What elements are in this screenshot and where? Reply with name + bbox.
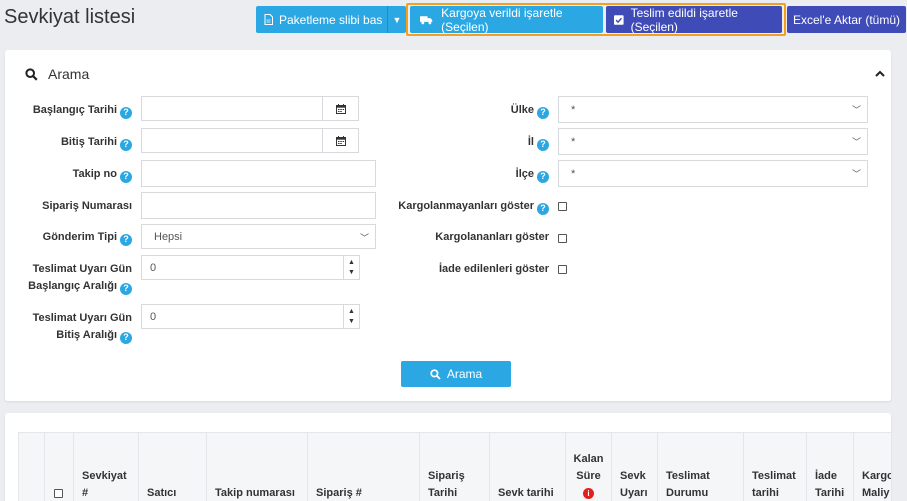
help-icon: ? [120, 106, 132, 119]
chevron-down-icon: ﹀ [851, 137, 861, 147]
shipped-checkbox[interactable] [558, 234, 567, 243]
search-panel-header[interactable]: Arama [25, 66, 89, 82]
col-return-date[interactable]: İade Tarihi [806, 432, 853, 501]
start-date-input[interactable] [141, 96, 323, 121]
province-label: İl? [365, 134, 549, 151]
warn-start-label: Teslimat Uyarı Gün Başlangıç Aralığı? [28, 263, 132, 295]
col-order-date[interactable]: Sipariş Tarihi [419, 432, 489, 501]
help-icon: ? [537, 170, 549, 183]
stepper-arrows[interactable]: ▲ ▼ [343, 256, 359, 279]
mark-shipped-label: Kargoya verildi işaretle (Seçilen) [441, 5, 563, 34]
tracking-label: Takip no? [5, 166, 132, 183]
arrow-up-icon[interactable]: ▲ [348, 307, 355, 317]
country-label: Ülke? [365, 102, 549, 119]
province-select[interactable]: * ﹀ [558, 128, 868, 155]
packaging-slip-button[interactable]: Paketleme slibi bas [256, 6, 387, 33]
search-icon [430, 368, 441, 380]
file-pdf-icon [264, 14, 273, 25]
info-icon: i [583, 488, 594, 499]
col-delivery-date[interactable]: Teslimat tarihi [743, 432, 806, 501]
check-square-icon [614, 14, 624, 25]
province-value: * [571, 135, 576, 148]
search-panel: Arama Başlangıç Tarihi? Bitiş Tarihi? Ta… [5, 50, 891, 401]
warn-end-value: 0 [150, 310, 157, 323]
col-seller[interactable]: Satıcı [138, 432, 206, 501]
not-shipped-label: Kargolanmayanları göster? [365, 198, 549, 215]
col-delivery-status[interactable]: Teslimat Durumu [657, 432, 743, 501]
chevron-down-icon: ﹀ [851, 169, 861, 179]
select-all-checkbox[interactable] [54, 489, 63, 498]
country-select[interactable]: * ﹀ [558, 96, 868, 123]
col-ship-date[interactable]: Sevk tarihi [489, 432, 565, 501]
country-value: * [571, 103, 576, 116]
calendar-icon [335, 103, 346, 114]
shipping-type-value: Hepsi [154, 230, 183, 243]
help-icon: ? [120, 282, 132, 295]
order-number-input[interactable] [141, 192, 376, 219]
stepper-arrows[interactable]: ▲ ▼ [343, 305, 359, 328]
search-panel-title: Arama [48, 66, 90, 82]
col-select-spacer [18, 432, 44, 501]
mark-shipped-button[interactable]: Kargoya verildi işaretle (Seçilen) [410, 5, 603, 34]
chevron-up-icon [875, 70, 885, 77]
returned-checkbox[interactable] [558, 265, 567, 274]
end-date-input[interactable] [141, 128, 323, 153]
search-icon [25, 67, 38, 81]
help-icon: ? [120, 233, 132, 246]
mark-delivered-label: Teslim edildi işaretle (Seçilen) [630, 5, 738, 34]
district-select[interactable]: * ﹀ [558, 160, 868, 187]
shipping-type-label: Gönderim Tipi? [5, 229, 132, 246]
excel-export-button[interactable]: Excel'e Aktar (tümü) [787, 6, 906, 33]
arrow-down-icon[interactable]: ▼ [348, 317, 355, 327]
warn-end-label: Teslimat Uyarı Gün Bitiş Aralığı? [32, 312, 132, 344]
district-value: * [571, 167, 576, 180]
not-shipped-checkbox[interactable] [558, 202, 567, 211]
excel-export-label: Excel'e Aktar (tümü) [793, 12, 900, 27]
packaging-slip-label: Paketleme slibi bas [279, 12, 383, 27]
help-icon: ? [120, 138, 132, 151]
col-ship-warning[interactable]: Sevk Uyarı [611, 432, 657, 501]
calendar-icon [335, 135, 346, 146]
end-date-picker[interactable] [322, 128, 359, 153]
search-button-label: Arama [446, 367, 483, 381]
help-icon: ? [537, 202, 549, 215]
district-label: İlçe? [365, 166, 549, 183]
collapse-toggle[interactable] [875, 66, 885, 80]
col-remaining[interactable]: Kalan Süre i [565, 432, 611, 501]
end-date-label: Bitiş Tarihi? [5, 134, 132, 151]
col-shipment[interactable]: Sevkiyat # [73, 432, 138, 501]
mark-delivered-button[interactable]: Teslim edildi işaretle (Seçilen) [606, 5, 782, 34]
arrow-down-icon[interactable]: ▼ [348, 268, 355, 278]
help-icon: ? [120, 331, 132, 344]
search-button[interactable]: Arama [401, 361, 511, 387]
warn-end-stepper[interactable]: 0 ▲ ▼ [141, 304, 360, 329]
chevron-down-icon: ﹀ [851, 105, 861, 115]
col-select-all [44, 432, 73, 501]
start-date-picker[interactable] [322, 96, 359, 121]
col-cargo-cost[interactable]: Kargo Maliy [853, 432, 891, 501]
caret-down-icon: ▼ [392, 14, 402, 25]
help-icon: ? [120, 170, 132, 183]
start-date-label: Başlangıç Tarihi? [5, 102, 132, 119]
truck-icon [420, 15, 433, 24]
packaging-dropdown-toggle[interactable]: ▼ [387, 6, 406, 33]
help-icon: ? [537, 138, 549, 151]
col-tracking[interactable]: Takip numarası [206, 432, 307, 501]
warn-start-stepper[interactable]: 0 ▲ ▼ [141, 255, 360, 280]
arrow-up-icon[interactable]: ▲ [348, 258, 355, 268]
help-icon: ? [537, 106, 549, 119]
returned-label: İade edilenleri göster [438, 263, 549, 275]
shipped-label: Kargolananları göster [435, 231, 549, 243]
results-panel: Sevkiyat # Satıcı Takip numarası Sipariş … [5, 413, 891, 501]
col-order[interactable]: Sipariş # [307, 432, 419, 501]
shipping-type-select[interactable]: Hepsi ﹀ [141, 224, 376, 249]
page-title: Sevkiyat listesi [4, 6, 136, 28]
tracking-input[interactable] [141, 160, 376, 187]
order-number-label: Sipariş Numarası [42, 200, 132, 212]
warn-start-value: 0 [150, 261, 157, 274]
